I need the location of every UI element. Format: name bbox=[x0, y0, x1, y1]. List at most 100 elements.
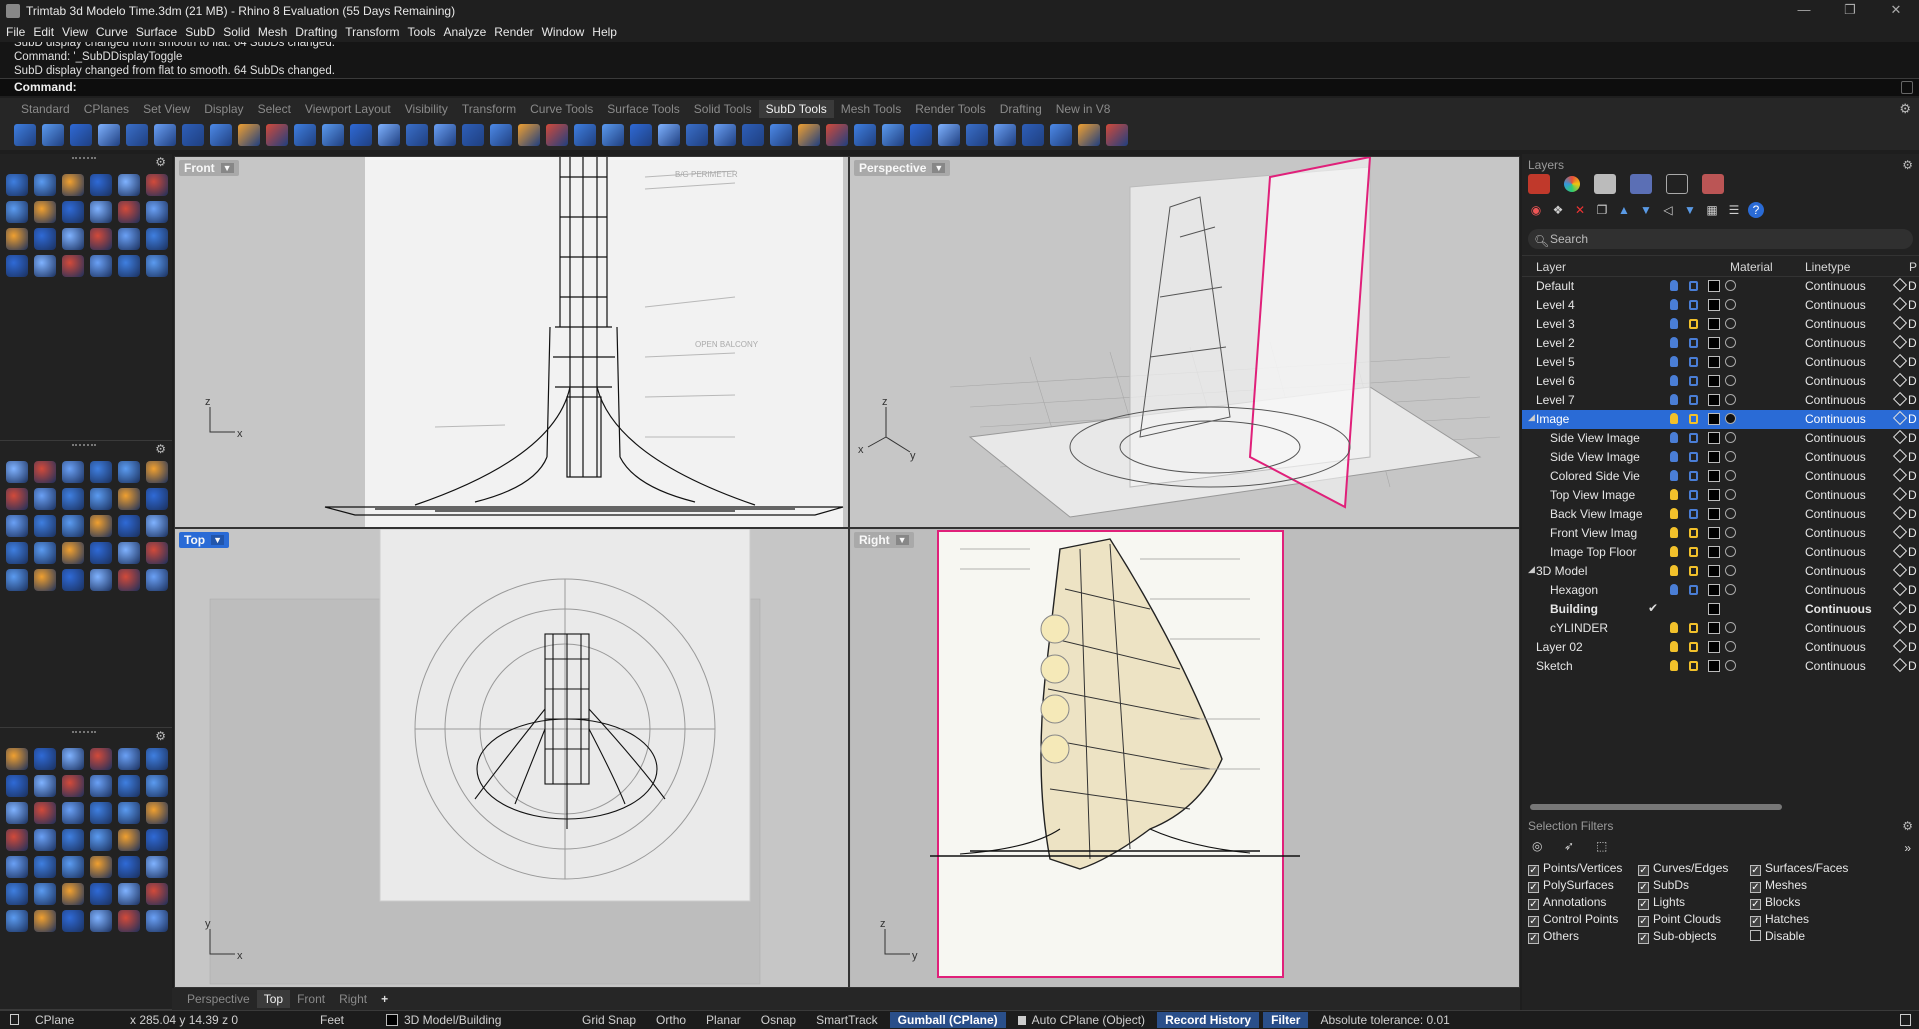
tool-icon[interactable] bbox=[6, 910, 28, 932]
tool-icon[interactable] bbox=[118, 515, 140, 537]
linetype[interactable]: Continuous bbox=[1805, 336, 1866, 350]
tool-icon[interactable] bbox=[62, 488, 84, 510]
material-icon[interactable] bbox=[1725, 299, 1736, 310]
tool-icon[interactable] bbox=[90, 174, 112, 196]
subd-sphere-icon[interactable] bbox=[98, 124, 120, 146]
linetype[interactable]: Continuous bbox=[1805, 526, 1866, 540]
material-icon[interactable] bbox=[1725, 337, 1736, 348]
layer-name[interactable]: Level 4 bbox=[1536, 298, 1575, 312]
tool-icon[interactable] bbox=[146, 856, 168, 878]
units[interactable]: Feet bbox=[310, 1013, 376, 1027]
linetype[interactable]: Continuous bbox=[1805, 545, 1866, 559]
more-filters-icon[interactable]: » bbox=[1904, 841, 1911, 855]
layer-search-input[interactable]: 🔍︎ Search bbox=[1528, 229, 1913, 249]
tab-perspective[interactable]: Perspective bbox=[180, 990, 257, 1008]
tab-top[interactable]: Top bbox=[256, 990, 291, 1008]
tab-set-view[interactable]: Set View bbox=[136, 100, 197, 118]
tool-icon[interactable] bbox=[146, 910, 168, 932]
tool-icon[interactable] bbox=[90, 542, 112, 564]
subd-nurbs-icon[interactable] bbox=[854, 124, 876, 146]
linetype[interactable]: Continuous bbox=[1805, 431, 1866, 445]
print-color-icon[interactable] bbox=[1892, 486, 1908, 502]
layer-name[interactable]: Building bbox=[1550, 602, 1598, 616]
material-icon[interactable] bbox=[1725, 546, 1736, 557]
material-icon[interactable] bbox=[1725, 356, 1736, 367]
panel-grip[interactable] bbox=[72, 157, 96, 159]
print-color-icon[interactable] bbox=[1892, 467, 1908, 483]
checkbox[interactable]: ✓ bbox=[1638, 933, 1649, 944]
move-out-icon[interactable]: ◁ bbox=[1660, 202, 1676, 218]
linetype[interactable]: Continuous bbox=[1805, 374, 1866, 388]
subd-weld-icon[interactable] bbox=[462, 124, 484, 146]
linetype[interactable]: Continuous bbox=[1805, 279, 1866, 293]
lightbulb-icon[interactable] bbox=[1670, 337, 1678, 348]
subd-flat-icon[interactable] bbox=[770, 124, 792, 146]
layer-color-swatch[interactable] bbox=[1708, 603, 1720, 615]
tool-icon[interactable] bbox=[34, 829, 56, 851]
tool-icon[interactable] bbox=[146, 174, 168, 196]
lock-icon[interactable] bbox=[1689, 414, 1698, 424]
tool-icon[interactable] bbox=[118, 883, 140, 905]
layer-color-swatch[interactable] bbox=[1708, 641, 1720, 653]
tool-icon[interactable] bbox=[118, 542, 140, 564]
horizontal-scrollbar[interactable] bbox=[1530, 804, 1782, 810]
panel-grip[interactable] bbox=[72, 731, 96, 733]
checkbox[interactable]: ✓ bbox=[1638, 865, 1649, 876]
material-icon[interactable] bbox=[1725, 394, 1736, 405]
layer-color-swatch[interactable] bbox=[1708, 451, 1720, 463]
smarttrack-toggle[interactable]: SmartTrack bbox=[806, 1013, 888, 1027]
tool-icon[interactable] bbox=[146, 883, 168, 905]
menu-subd[interactable]: SubD bbox=[185, 25, 223, 39]
menu-window[interactable]: Window bbox=[542, 25, 593, 39]
gear-icon[interactable]: ⚙ bbox=[155, 442, 166, 456]
subd-gumball-icon[interactable] bbox=[938, 124, 960, 146]
tool-icon[interactable] bbox=[146, 542, 168, 564]
close-button[interactable]: ✕ bbox=[1873, 0, 1919, 22]
panel-toggle-icon[interactable] bbox=[1900, 1014, 1911, 1026]
lightbulb-icon[interactable] bbox=[1670, 584, 1678, 595]
layer-row[interactable]: Default Continuous D bbox=[1522, 277, 1919, 296]
subd-reflect-icon[interactable] bbox=[686, 124, 708, 146]
print-color-icon[interactable] bbox=[1892, 410, 1908, 426]
layer-name[interactable]: Level 3 bbox=[1536, 317, 1575, 331]
layer-row[interactable]: Building ✔ Continuous D bbox=[1522, 600, 1919, 619]
layer-color-swatch[interactable] bbox=[1708, 660, 1720, 672]
tool-icon[interactable] bbox=[90, 488, 112, 510]
linetype[interactable]: Continuous bbox=[1805, 317, 1866, 331]
tab-surface-tools[interactable]: Surface Tools bbox=[600, 100, 687, 118]
filter-polysurfaces[interactable]: ✓ PolySurfaces bbox=[1528, 878, 1614, 893]
tab-mesh-tools[interactable]: Mesh Tools bbox=[834, 100, 908, 118]
subd-display-icon[interactable] bbox=[714, 124, 736, 146]
tool-icon[interactable] bbox=[62, 515, 84, 537]
lock-icon[interactable] bbox=[1689, 661, 1698, 671]
rendering-tab-icon[interactable] bbox=[1630, 174, 1652, 194]
tool-icon[interactable] bbox=[62, 829, 84, 851]
tool-icon[interactable] bbox=[34, 515, 56, 537]
subd-select-loop-icon[interactable] bbox=[882, 124, 904, 146]
tool-icon[interactable] bbox=[6, 461, 28, 483]
lock-icon[interactable] bbox=[1689, 509, 1698, 519]
tool-icon[interactable] bbox=[34, 802, 56, 824]
subd-plane-icon[interactable] bbox=[154, 124, 176, 146]
layer-color-swatch[interactable] bbox=[1708, 356, 1720, 368]
expand-icon[interactable]: ◢ bbox=[1528, 564, 1535, 575]
chevron-down-icon[interactable]: ▼ bbox=[220, 163, 234, 173]
checkbox[interactable]: ✓ bbox=[1750, 882, 1761, 893]
duplicate-icon[interactable]: ❐ bbox=[1594, 202, 1610, 218]
lightbulb-icon[interactable] bbox=[1670, 660, 1678, 671]
layer-name[interactable]: Front View Imag bbox=[1550, 526, 1637, 540]
add-viewport-button[interactable]: + bbox=[374, 990, 395, 1008]
gear-icon[interactable]: ⚙ bbox=[155, 155, 166, 169]
print-color-icon[interactable] bbox=[1892, 391, 1908, 407]
viewport-right[interactable]: z y Right ▼ bbox=[849, 528, 1520, 988]
print-color-icon[interactable] bbox=[1892, 619, 1908, 635]
layer-name[interactable]: Level 5 bbox=[1536, 355, 1575, 369]
lightbulb-icon[interactable] bbox=[1670, 489, 1678, 500]
tool-icon[interactable] bbox=[118, 569, 140, 591]
subd-primitive-icon[interactable] bbox=[14, 124, 36, 146]
checkbox[interactable]: ✓ bbox=[1528, 882, 1539, 893]
layer-color-swatch[interactable] bbox=[1708, 318, 1720, 330]
menu-analyze[interactable]: Analyze bbox=[444, 25, 495, 39]
tool-icon[interactable] bbox=[118, 488, 140, 510]
tool-icon[interactable] bbox=[118, 775, 140, 797]
